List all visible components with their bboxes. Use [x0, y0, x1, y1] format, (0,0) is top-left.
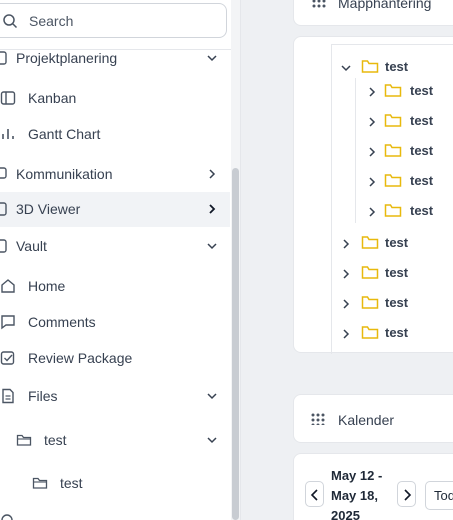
chevron-right-icon: [369, 117, 376, 127]
sidebar-item-label: Projektplanering: [16, 50, 118, 66]
home-icon: [1, 279, 15, 293]
sidebar-item-label: Kommunikation: [16, 166, 113, 182]
sidebar-item-label: Home: [28, 278, 66, 294]
today-button[interactable]: Tod: [425, 481, 453, 510]
mapphantering-header-panel: Mapphantering: [293, 0, 453, 26]
sidebar-item-label: Kanban: [28, 90, 77, 106]
folder-icon: [384, 204, 402, 217]
sidebar-item-label: test: [60, 475, 83, 491]
chevron-right-icon: [369, 147, 376, 157]
chevron-left-icon: [310, 489, 318, 501]
chevron-right-icon: [343, 269, 350, 279]
sidebar: Search Projektplanering Kanban Gantt Cha…: [0, 0, 241, 520]
folder-icon: [32, 477, 48, 489]
tree-node-label: test: [410, 203, 434, 218]
prev-week-button[interactable]: [305, 481, 324, 507]
sidebar-item-projektplanering[interactable]: Projektplanering: [0, 42, 230, 74]
sidebar-item-kanban[interactable]: Kanban: [0, 82, 230, 114]
sidebar-item-comments[interactable]: Comments: [0, 306, 230, 338]
tree-node-label: test: [410, 173, 434, 188]
chevron-right-icon: [369, 87, 376, 97]
sidebar-item-label: Vault: [16, 238, 47, 254]
search-input[interactable]: Search: [0, 3, 227, 38]
sidebar-item-3d-viewer[interactable]: 3D Viewer: [0, 192, 230, 227]
bar-chart-icon: [2, 129, 14, 139]
folder-icon: [361, 296, 379, 309]
chevron-down-icon: [341, 65, 351, 72]
project-icon: [0, 51, 7, 65]
chevron-right-icon: [209, 204, 216, 214]
partial-item-icon: [1, 514, 13, 520]
sidebar-item-subfolder-test[interactable]: test: [0, 467, 230, 499]
chevron-down-icon: [207, 437, 217, 444]
kalender-header-panel: Kalender: [293, 394, 453, 443]
sidebar-item-label: 3D Viewer: [16, 201, 81, 217]
drag-handle-icon[interactable]: [311, 413, 325, 425]
date-range-label: May 12 - May 18, 2025: [331, 468, 383, 520]
panel-title: Mapphantering: [338, 0, 432, 11]
file-icon: [2, 388, 14, 404]
tree-node-label: test: [385, 295, 409, 310]
kanban-icon: [0, 91, 16, 105]
cube-icon: [0, 202, 7, 216]
next-week-button[interactable]: [397, 481, 416, 507]
tree-node-label: test: [385, 235, 409, 250]
folder-icon: [384, 114, 402, 127]
sidebar-item-files[interactable]: Files: [0, 380, 230, 412]
chevron-right-icon: [404, 489, 412, 501]
sidebar-item-vault[interactable]: Vault: [0, 230, 230, 262]
chevron-right-icon: [343, 329, 350, 339]
chevron-down-icon: [207, 55, 217, 62]
folder-icon: [361, 326, 379, 339]
sidebar-item-kommunikation[interactable]: Kommunikation: [0, 158, 230, 190]
tree-node-label: test: [410, 83, 434, 98]
chevron-right-icon: [369, 207, 376, 217]
comment-icon: [1, 315, 15, 330]
chevron-down-icon: [207, 243, 217, 250]
tree-node-label: test: [385, 325, 409, 340]
tree-guide-line: [355, 78, 356, 223]
chevron-right-icon: [209, 169, 216, 179]
chevron-right-icon: [343, 239, 350, 249]
sidebar-item-label: Gantt Chart: [28, 126, 101, 142]
tree-node-label: test: [410, 113, 434, 128]
chevron-right-icon: [343, 299, 350, 309]
search-placeholder: Search: [29, 13, 74, 29]
sidebar-item-home[interactable]: Home: [0, 270, 230, 302]
sidebar-item-gantt-chart[interactable]: Gantt Chart: [0, 118, 230, 150]
sidebar-scrollbar-thumb[interactable]: [232, 168, 239, 520]
chevron-right-icon: [369, 177, 376, 187]
search-icon: [3, 14, 18, 29]
folder-icon: [384, 84, 402, 97]
checkbox-icon: [0, 351, 15, 365]
folder-icon: [384, 144, 402, 157]
folder-icon: [361, 236, 379, 249]
chat-icon: [0, 167, 7, 179]
panel-title: Kalender: [338, 412, 395, 428]
sidebar-item-label: Comments: [28, 314, 96, 330]
tree-node-label: test: [410, 143, 434, 158]
sidebar-item-review-package[interactable]: Review Package: [0, 342, 230, 374]
tree-node-label: test: [385, 59, 409, 74]
vault-icon: [0, 239, 7, 253]
tree-node-label: test: [385, 265, 409, 280]
drag-handle-icon[interactable]: [312, 0, 326, 11]
sidebar-item-label: Files: [28, 388, 58, 404]
folder-icon: [16, 434, 32, 446]
sidebar-item-label: test: [44, 432, 67, 448]
folder-icon: [384, 174, 402, 187]
folder-icon: [361, 60, 379, 73]
sidebar-item-label: Review Package: [28, 350, 133, 366]
sidebar-item-folder-test[interactable]: test: [0, 424, 230, 456]
chevron-down-icon: [207, 393, 217, 400]
folder-icon: [361, 266, 379, 279]
